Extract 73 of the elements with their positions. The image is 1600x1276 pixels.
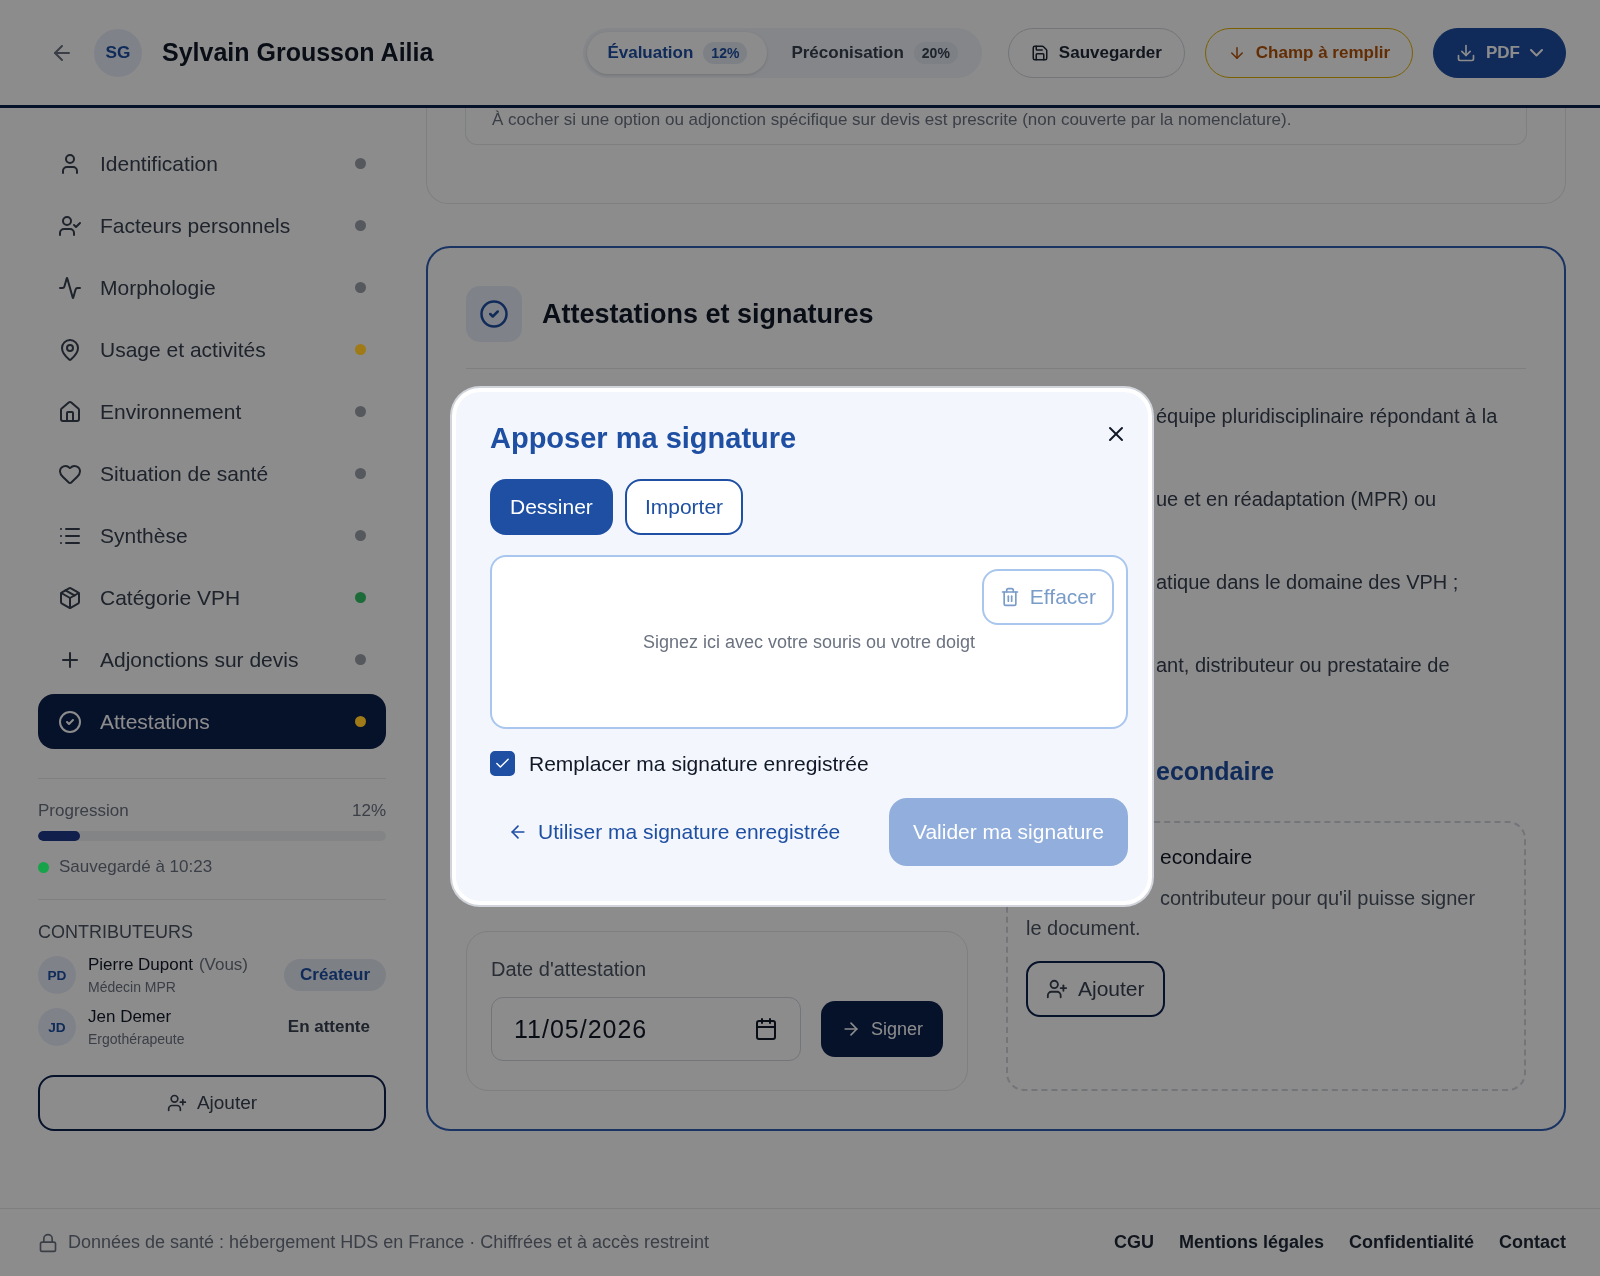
attestation-text: ue et en réadaptation (MPR) ou	[1156, 488, 1438, 511]
sidebar-item[interactable]: Catégorie VPH	[38, 570, 386, 625]
save-button[interactable]: Sauvegarder	[1007, 27, 1185, 78]
data-notice: Données de santé : hébergement HDS en France · Chiffrées et à accès restreint	[68, 1232, 709, 1253]
package-icon	[58, 585, 82, 610]
secondary-text: contributeur pour qu'il puisse signer le document.	[1026, 886, 1477, 941]
user-check-icon	[58, 213, 82, 238]
view-tab[interactable]: Évaluation 12%	[587, 31, 768, 74]
contributor-status: Créateur	[284, 959, 386, 991]
pad-placeholder: Signez ici avec votre souris ou votre doigt	[642, 631, 976, 653]
progress-reading: 12%	[351, 801, 386, 821]
you-tag: (Vous)	[198, 955, 249, 975]
section-title: Attestations et signatures	[542, 298, 874, 330]
contributors-heading: CONTRIBUTEURS	[38, 922, 194, 943]
required-field-button[interactable]: Champ à remplir	[1204, 27, 1413, 78]
sidebar-item[interactable]: Attestations	[38, 694, 386, 749]
attestation-text: ant, distributeur ou prestataire de	[1156, 654, 1451, 677]
sidebar-item[interactable]: Situation de santé	[38, 446, 386, 501]
download-icon	[1456, 42, 1476, 63]
clear-button[interactable]: Effacer	[981, 569, 1114, 625]
use-saved-signature-link[interactable]: Utiliser ma signature enregistrée	[490, 820, 859, 844]
contributor-avatar: PD	[38, 956, 76, 994]
contributor-role: Médecin MPR	[88, 979, 177, 995]
footer-link[interactable]: Mentions légales	[1178, 1232, 1324, 1253]
calendar-icon[interactable]	[753, 1017, 778, 1041]
saved-status: Sauvegardé à 10:23	[59, 857, 213, 877]
attestation-text: atique dans le domaine des VPH ;	[1156, 571, 1460, 594]
sidebar-item[interactable]: Facteurs personnels	[38, 198, 386, 253]
pulse-icon	[58, 275, 82, 300]
progress-label: Progression	[38, 801, 129, 821]
sidebar-item[interactable]: Synthèse	[38, 508, 386, 563]
footer-link[interactable]: Contact	[1499, 1232, 1566, 1253]
footer-link[interactable]: Confidentialité	[1349, 1232, 1474, 1253]
sidebar-item[interactable]: Morphologie	[38, 260, 386, 315]
add-contributor-button[interactable]: Ajouter	[38, 1075, 386, 1131]
dialog-title: Apposer ma signature	[490, 422, 797, 455]
signature-pad[interactable]: Signez ici avec votre souris ou votre doigt Effacer	[490, 555, 1128, 729]
contributor-role: Ergothérapeute	[88, 1031, 186, 1047]
mode-tab[interactable]: Dessiner	[490, 479, 613, 535]
replace-checkbox[interactable]	[490, 751, 515, 776]
user-plus-icon	[166, 1093, 187, 1113]
sign-button[interactable]: Signer	[820, 1001, 943, 1057]
date-field[interactable]: 11/05/2026	[491, 997, 801, 1061]
attestation-text: équipe pluridisciplinaire répondant à la	[1156, 405, 1499, 428]
view-tab[interactable]: Préconisation 20%	[771, 31, 978, 74]
pdf-button[interactable]: PDF	[1433, 27, 1566, 78]
contributor-name: Pierre Dupont	[88, 955, 193, 975]
trash-icon	[999, 587, 1020, 607]
contributor-status: En attente	[286, 1016, 371, 1038]
check-circle-icon	[58, 709, 82, 734]
sidebar-item[interactable]: Environnement	[38, 384, 386, 439]
footer-link[interactable]: CGU	[1113, 1232, 1154, 1253]
save-icon	[1030, 43, 1049, 62]
subsection-heading: econdaire	[1156, 757, 1276, 786]
chevron-down-icon	[1530, 48, 1543, 57]
map-pin-icon	[58, 337, 82, 362]
secondary-title: econdaire	[1159, 845, 1254, 869]
add-button[interactable]: Ajouter	[1026, 961, 1165, 1017]
date-label: Date d'attestation	[491, 958, 647, 980]
user-plus-icon	[1046, 978, 1068, 1000]
mode-tab[interactable]: Importer	[624, 479, 744, 535]
sidebar-item[interactable]: Adjonctions sur devis	[38, 632, 386, 687]
option-note: À cocher si une option ou adjonction spécifique sur devis est prescrite (non couverte par la nomenclature).	[465, 108, 1527, 145]
lock-icon	[38, 1232, 58, 1253]
replace-label: Remplacer ma signature enregistrée	[529, 751, 869, 776]
patient-name: Sylvain Grousson Ailia	[162, 38, 434, 67]
contributor-name: Jen Demer	[88, 1007, 172, 1027]
contributor-avatar: JD	[38, 1008, 76, 1046]
house-icon	[58, 399, 82, 424]
sidebar-item[interactable]: Identification	[38, 136, 386, 191]
saved-dot	[38, 861, 49, 873]
sidebar-item[interactable]: Usage et activités	[38, 322, 386, 377]
avatar: SG	[94, 28, 142, 77]
